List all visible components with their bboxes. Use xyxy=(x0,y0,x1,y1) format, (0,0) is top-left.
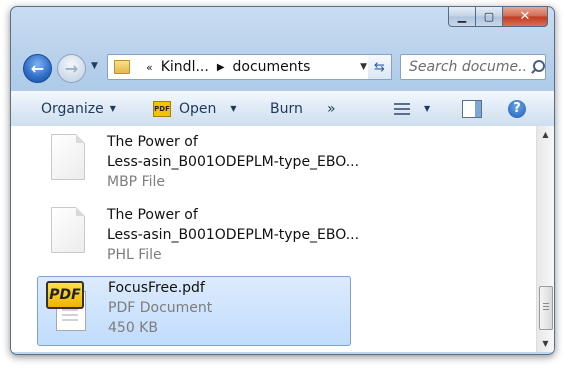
vertical-scrollbar[interactable]: ▲ ▼ xyxy=(536,126,554,352)
back-button[interactable]: ← xyxy=(23,54,52,83)
preview-pane-icon xyxy=(462,99,482,118)
refresh-icon: ⇆ xyxy=(374,59,385,75)
breadcrumb-overflow[interactable]: « xyxy=(146,61,153,74)
file-details: The Power of Less-asin_B001ODEPLM-type_E… xyxy=(107,132,359,192)
organize-label: Organize xyxy=(41,100,104,117)
close-button[interactable]: ✕ xyxy=(503,7,548,27)
chevron-down-icon[interactable]: ▼ xyxy=(230,104,236,113)
scrollbar-thumb[interactable] xyxy=(539,286,553,330)
forward-arrow-icon: → xyxy=(64,59,79,78)
help-icon: ? xyxy=(508,99,526,118)
file-name: The Power of xyxy=(107,207,198,223)
breadcrumb-kindle[interactable]: Kindl... xyxy=(161,59,209,75)
file-name-continued: Less-asin_B001ODEPLM-type_EBO... xyxy=(107,227,360,243)
minimize-button[interactable]: ▁ xyxy=(448,7,476,27)
explorer-window: ▁ ▢ ✕ ← → ▼ « Kindl... ▶ documents ▼ ⇆ O… xyxy=(10,6,555,355)
generic-document-icon xyxy=(51,134,85,180)
navigation-bar: ← → ▼ « Kindl... ▶ documents ▼ ⇆ xyxy=(11,49,554,83)
file-name: FocusFree.pdf xyxy=(108,280,205,296)
file-list: The Power of Less-asin_B001ODEPLM-type_E… xyxy=(11,126,554,352)
search-box xyxy=(400,54,546,80)
file-size: 450 KB xyxy=(108,320,158,336)
file-details: FocusFree.pdf PDF Document 450 KB xyxy=(108,278,212,338)
preview-pane-button[interactable] xyxy=(462,99,482,118)
chevron-down-icon[interactable]: ▼ xyxy=(424,104,430,113)
burn-button[interactable]: Burn xyxy=(270,101,303,117)
search-icon[interactable] xyxy=(529,59,545,75)
help-button[interactable]: ? xyxy=(508,99,526,118)
pdf-document-icon: PDF xyxy=(46,281,86,331)
chevron-double-right-icon: » xyxy=(327,100,336,117)
breadcrumb-documents[interactable]: documents xyxy=(233,59,311,75)
refresh-button[interactable]: ⇆ xyxy=(368,54,392,80)
search-input[interactable] xyxy=(407,58,529,76)
scroll-up-arrow-icon[interactable]: ▲ xyxy=(537,126,554,143)
pdf-app-icon: PDF xyxy=(153,100,171,117)
folder-icon xyxy=(114,60,130,74)
file-name-continued: Less-asin_B001ODEPLM-type_EBO... xyxy=(107,154,360,170)
file-type: PHL File xyxy=(107,247,162,263)
file-item-mbp[interactable]: The Power of Less-asin_B001ODEPLM-type_E… xyxy=(37,130,359,198)
command-bar: Organize ▼ PDF Open ▼ Burn » ▼ ? xyxy=(11,90,554,127)
view-options-icon xyxy=(394,102,410,116)
file-item-phl[interactable]: The Power of Less-asin_B001ODEPLM-type_E… xyxy=(37,203,359,271)
caption-buttons: ▁ ▢ ✕ xyxy=(448,7,548,27)
change-view-button[interactable]: ▼ xyxy=(394,102,430,116)
file-type: PDF Document xyxy=(108,300,213,316)
breadcrumb-separator-icon[interactable]: ▶ xyxy=(217,62,225,73)
burn-label: Burn xyxy=(270,100,303,117)
file-type: MBP File xyxy=(107,174,166,190)
back-arrow-icon: ← xyxy=(30,59,45,78)
forward-button[interactable]: → xyxy=(57,54,86,83)
file-details: The Power of Less-asin_B001ODEPLM-type_E… xyxy=(107,205,359,265)
scroll-down-arrow-icon[interactable]: ▼ xyxy=(537,335,554,352)
address-bar[interactable]: « Kindl... ▶ documents ▼ xyxy=(107,54,373,80)
maximize-button[interactable]: ▢ xyxy=(476,7,503,27)
organize-button[interactable]: Organize ▼ xyxy=(41,101,116,117)
chevron-down-icon: ▼ xyxy=(109,104,116,113)
file-name: The Power of xyxy=(107,134,198,150)
address-dropdown-icon[interactable]: ▼ xyxy=(360,62,367,72)
open-label: Open xyxy=(179,100,217,117)
more-commands-button[interactable]: » xyxy=(327,101,336,117)
recent-pages-dropdown[interactable]: ▼ xyxy=(91,61,98,71)
generic-document-icon xyxy=(51,207,85,253)
file-item-focusfree-pdf[interactable]: PDF FocusFree.pdf PDF Document 450 KB xyxy=(37,276,351,346)
open-button[interactable]: PDF Open ▼ xyxy=(153,100,237,117)
